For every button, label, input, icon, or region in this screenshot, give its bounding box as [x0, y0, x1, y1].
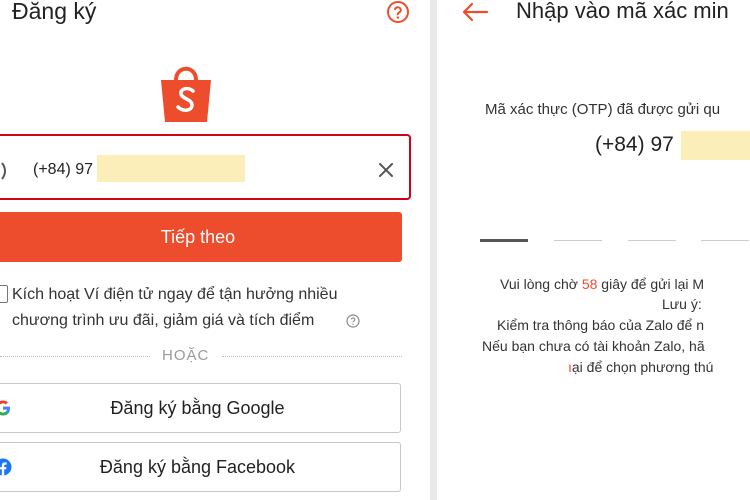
- facebook-register-label: Đăng ký bằng Facebook: [99, 456, 296, 477]
- info-icon[interactable]: [346, 314, 360, 328]
- note-line-2: Nếu bạn chưa có tài khoản Zalo, hã: [482, 338, 705, 354]
- google-register-button[interactable]: Đăng ký bằng Google: [0, 383, 401, 433]
- otp-digit-slot[interactable]: [701, 240, 749, 241]
- help-icon[interactable]: [386, 0, 410, 24]
- otp-digit-slot[interactable]: [628, 240, 676, 241]
- divider-right: [222, 356, 402, 358]
- promo-text-line-1: Kích hoạt Ví điện tử ngay để tận hưởng n…: [12, 286, 338, 303]
- note-line-3: ıại để chọn phương thú: [568, 359, 713, 375]
- otp-digit-slot[interactable]: [554, 240, 602, 241]
- resend-wait-text: Vui lòng chờ 58 giây để gửi lại M: [500, 276, 704, 292]
- page-title: Đăng ký: [12, 0, 97, 24]
- phone-icon: [1, 162, 6, 180]
- phone-redaction-mask: [97, 155, 245, 182]
- promo-text-line-2: chương trình ưu đãi, giảm giá và tích đi…: [12, 312, 315, 329]
- otp-phone-number: (+84) 97: [595, 133, 674, 156]
- google-register-label: Đăng ký bằng Google: [110, 397, 285, 418]
- next-button[interactable]: Tiếp theo: [0, 212, 402, 262]
- resend-countdown: 58: [581, 276, 598, 292]
- resend-wait-suffix: giây để gửi lại M: [597, 276, 705, 292]
- phone-redaction-mask: [681, 131, 750, 160]
- facebook-icon: [0, 458, 12, 476]
- wallet-activation-checkbox[interactable]: [0, 285, 8, 303]
- note-label: Lưu ý:: [662, 296, 702, 312]
- register-panel: Đăng ký (+84) 97 Tiếp theo Kích hoạt Ví …: [0, 0, 430, 500]
- clear-icon[interactable]: [378, 162, 394, 178]
- or-separator: HOẶC: [162, 347, 210, 364]
- page-title: Nhập vào mã xác min: [516, 0, 729, 23]
- otp-panel: Nhập vào mã xác min Mã xác thực (OTP) đã…: [437, 0, 750, 500]
- note-line-3-text: ại để chọn phương thú: [571, 359, 714, 375]
- phone-input-value[interactable]: (+84) 97: [33, 161, 93, 179]
- divider-left: [0, 356, 150, 358]
- google-icon: [0, 400, 10, 416]
- back-arrow-icon[interactable]: [461, 2, 489, 22]
- shopee-logo: [161, 66, 211, 122]
- facebook-register-button[interactable]: Đăng ký bằng Facebook: [0, 442, 401, 492]
- otp-sent-message: Mã xác thực (OTP) đã được gửi qu: [485, 101, 721, 118]
- otp-digit-slot[interactable]: [480, 239, 528, 242]
- resend-wait-prefix: Vui lòng chờ: [500, 276, 582, 292]
- note-line-1: Kiểm tra thông báo của Zalo để n: [497, 317, 705, 333]
